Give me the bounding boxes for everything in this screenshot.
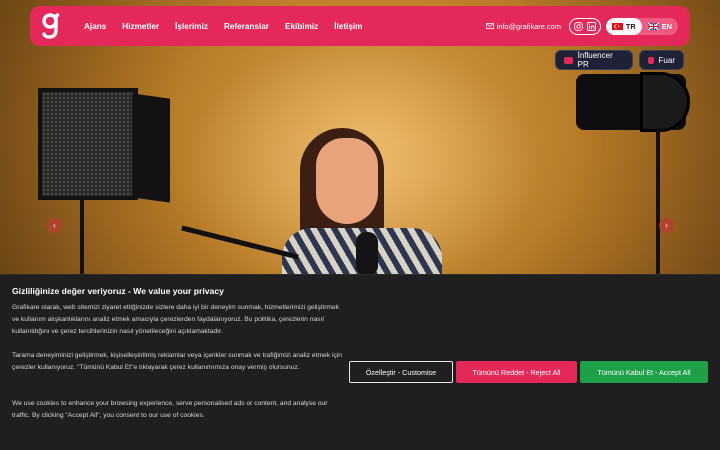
nav-link-ajans[interactable]: Ajans: [84, 22, 106, 31]
instagram-icon[interactable]: [572, 20, 585, 33]
reject-all-button[interactable]: Tümünü Reddet - Reject All: [456, 361, 577, 383]
fuar-button[interactable]: Fuar: [639, 50, 684, 70]
accept-all-button[interactable]: Tümünü Kabul Et - Accept All: [580, 361, 708, 383]
cookie-banner: Gizliliğinize değer veriyoruz - We value…: [0, 274, 720, 450]
email-text: info@grafikare.com: [496, 21, 561, 31]
lang-en-label: EN: [661, 21, 672, 31]
lang-tr[interactable]: TR: [605, 17, 642, 35]
nav-link-hizmetler[interactable]: Hizmetler: [122, 22, 159, 31]
person-face: [316, 138, 378, 224]
main-menu: Ajans Hizmetler İşlerimiz Referanslar Ek…: [84, 22, 378, 31]
light-stand: [80, 200, 84, 280]
slider-prev-button[interactable]: ‹: [47, 218, 62, 233]
light-stand: [656, 130, 660, 280]
cookie-text-en: We use cookies to enhance your browsing …: [12, 400, 328, 420]
email-link[interactable]: info@grafikare.com: [485, 21, 561, 31]
cookie-text-tr-1: Grafikare olarak, web sitemizi ziyaret e…: [12, 304, 340, 336]
nav-link-ekibimiz[interactable]: Ekibimiz: [285, 22, 318, 31]
customise-button[interactable]: Özelleştir - Customise: [349, 361, 453, 383]
influencer-pr-label: İnfluencer PR: [577, 51, 613, 69]
influencer-pr-button[interactable]: İnfluencer PR: [555, 50, 633, 70]
cookie-title: Gizliliğinize değer veriyoruz - We value…: [12, 286, 224, 296]
mail-icon: [485, 23, 494, 29]
turkey-flag-icon: [611, 22, 623, 30]
grafikare-logo[interactable]: [40, 12, 62, 40]
language-switcher: TR EN: [605, 17, 678, 35]
barn-door: [132, 93, 170, 203]
lang-tr-label: TR: [625, 21, 636, 31]
microphone: [356, 232, 378, 276]
fuar-icon: [648, 56, 654, 64]
nav-right: info@grafikare.com TR EN: [485, 17, 678, 35]
nav-link-referanslar[interactable]: Referanslar: [224, 22, 269, 31]
slider-next-button[interactable]: ›: [659, 218, 674, 233]
navbar: Ajans Hizmetler İşlerimiz Referanslar Ek…: [30, 6, 690, 46]
nav-link-iletisim[interactable]: İletişim: [334, 22, 362, 31]
linkedin-icon[interactable]: [585, 20, 598, 33]
cookie-text-tr-2: Tarama deneyiminizi geliştirmek, kişisel…: [12, 352, 343, 372]
uk-flag-icon: [647, 21, 660, 31]
fuar-label: Fuar: [658, 55, 675, 65]
social-links: [568, 17, 601, 35]
nav-link-islerimiz[interactable]: İşlerimiz: [175, 22, 208, 31]
lang-en[interactable]: EN: [642, 18, 678, 35]
influencer-icon: [564, 56, 573, 64]
led-light-panel: [38, 88, 138, 200]
